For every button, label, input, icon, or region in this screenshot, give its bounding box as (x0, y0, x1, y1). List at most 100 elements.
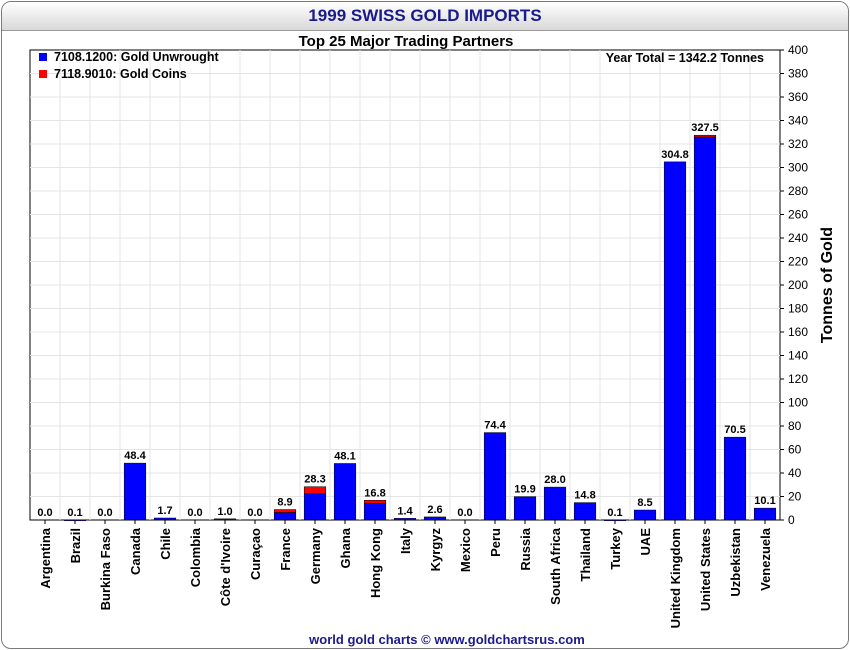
data-label: 14.8 (574, 490, 595, 502)
x-tick-label: Turkey (608, 527, 623, 569)
data-label: 0.1 (67, 507, 82, 519)
bar-unwrought (123, 462, 147, 521)
data-label: 0.0 (37, 507, 52, 519)
data-label: 28.0 (544, 474, 565, 486)
x-tick-label: Venezuela (758, 527, 773, 591)
data-label: 10.1 (754, 495, 775, 507)
x-tick-label: France (278, 528, 293, 571)
bar-unwrought (363, 502, 387, 521)
data-label: 8.5 (637, 497, 652, 509)
data-label: 1.7 (157, 505, 172, 517)
y-tick-label: 280 (788, 184, 808, 198)
bar-coins (303, 486, 327, 495)
y-tick-label: 240 (788, 231, 808, 245)
year-total-annotation: Year Total = 1342.2 Tonnes (606, 51, 764, 65)
x-tick-label: Russia (518, 527, 533, 570)
bar-unwrought (423, 516, 447, 521)
data-label: 327.5 (691, 122, 719, 134)
x-tick-label: Germany (308, 527, 323, 584)
y-tick-label: 380 (788, 67, 808, 81)
y-tick-label: 180 (788, 302, 808, 316)
y-tick-label: 120 (788, 372, 808, 386)
bar-coins (273, 509, 297, 513)
x-tick-label: Burkina Faso (98, 528, 113, 610)
x-tick-label: Thailand (578, 528, 593, 582)
x-tick-label: Ghana (338, 527, 353, 568)
data-label: 70.5 (724, 424, 745, 436)
bar-unwrought (633, 509, 657, 521)
bar-unwrought (693, 136, 717, 521)
bar-coins (693, 134, 717, 138)
legend-label: 7118.9010: Gold Coins (54, 67, 187, 81)
bar-unwrought (213, 518, 237, 521)
x-tick-label: Canada (128, 527, 143, 575)
y-tick-label: 160 (788, 325, 808, 339)
x-tick-label: Mexico (458, 528, 473, 572)
data-label: 0.0 (457, 507, 472, 519)
data-label: 0.0 (97, 507, 112, 519)
legend-swatch (39, 70, 47, 78)
data-label: 0.0 (247, 507, 262, 519)
data-label: 1.4 (397, 505, 413, 517)
x-tick-label: Hong Kong (368, 528, 383, 598)
x-tick-label: Curaçao (248, 528, 263, 580)
y-tick-label: 40 (788, 466, 802, 480)
bar-unwrought (663, 161, 687, 521)
bar-unwrought (393, 518, 417, 521)
y-tick-label: 300 (788, 161, 808, 175)
data-label: 2.6 (427, 504, 442, 516)
x-tick-label: Côte d'Ivoire (218, 528, 233, 606)
y-tick-label: 80 (788, 419, 802, 433)
y-axis-title: Tonnes of Gold (819, 227, 836, 343)
bar-coins (363, 500, 387, 504)
data-label: 304.8 (661, 149, 689, 161)
x-tick-label: Brazil (68, 528, 83, 563)
data-label: 16.8 (364, 487, 385, 499)
bar-unwrought (303, 493, 327, 521)
y-tick-label: 140 (788, 349, 808, 363)
x-tick-label: United Kingdom (668, 528, 683, 628)
x-tick-label: Peru (488, 528, 503, 557)
data-label: 0.0 (187, 507, 202, 519)
data-label: 74.4 (484, 420, 506, 432)
x-tick-label: Uzbekistan (728, 528, 743, 597)
legend-swatch (39, 53, 47, 61)
data-label: 19.9 (514, 484, 535, 496)
data-label: 48.4 (124, 450, 146, 462)
data-label: 28.3 (304, 474, 325, 486)
bar-unwrought (273, 512, 297, 521)
bar-unwrought (543, 486, 567, 521)
y-tick-label: 60 (788, 443, 802, 457)
y-tick-label: 340 (788, 114, 808, 128)
bar-chart: 0 20 40 60 80 100 120 140 160 180 200 220 240 260 280 3… (29, 43, 836, 628)
data-label: 1.0 (217, 506, 232, 518)
x-tick-label: United States (698, 528, 713, 611)
x-tick-label: Kyrgyz (428, 528, 443, 572)
legend-label: 7108.1200: Gold Unwrought (54, 50, 219, 64)
x-tick-label: Colombia (188, 527, 203, 587)
data-label: 8.9 (277, 497, 292, 509)
bar-unwrought (153, 517, 177, 521)
bar-unwrought (483, 432, 507, 521)
y-tick-label: 0 (788, 513, 795, 527)
y-tick-label: 320 (788, 137, 808, 151)
y-tick-label: 260 (788, 208, 808, 222)
x-tick-label: South Africa (548, 527, 563, 605)
x-tick-label: Italy (398, 527, 413, 554)
y-tick-label: 200 (788, 278, 808, 292)
bar-unwrought (513, 496, 537, 521)
x-tick-label: UAE (638, 528, 653, 556)
bar-unwrought (723, 436, 747, 521)
y-tick-label: 20 (788, 490, 802, 504)
bar-unwrought (333, 463, 357, 521)
bar-unwrought (573, 502, 597, 521)
y-tick-label: 220 (788, 255, 808, 269)
x-tick-label: Chile (158, 528, 173, 560)
y-tick-label: 100 (788, 396, 808, 410)
data-label: 0.1 (607, 507, 622, 519)
x-tick-label: Argentina (38, 527, 53, 588)
data-label: 48.1 (334, 450, 355, 462)
bar-unwrought (753, 507, 777, 521)
y-tick-label: 400 (788, 43, 808, 57)
y-tick-label: 360 (788, 90, 808, 104)
